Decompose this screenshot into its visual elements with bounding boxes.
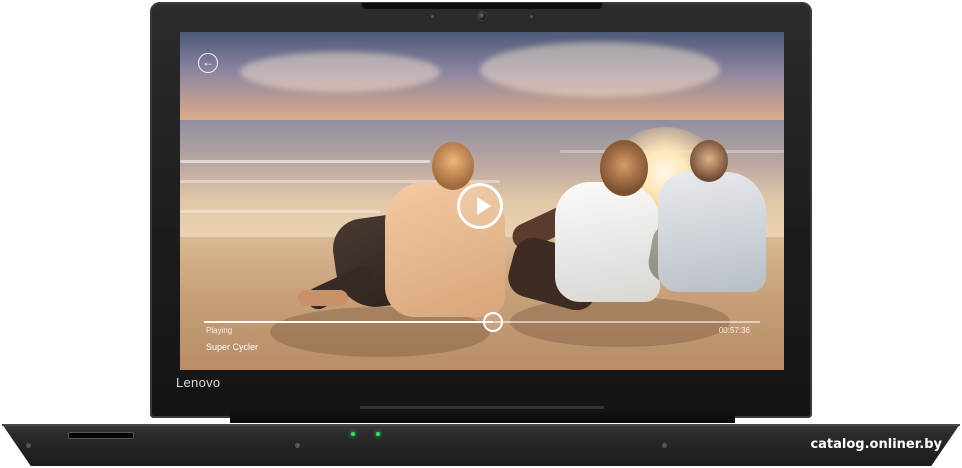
person-second-woman-body	[658, 172, 766, 292]
lid-top-edge	[362, 3, 602, 9]
play-icon[interactable]	[457, 183, 503, 229]
cloud	[480, 42, 720, 97]
laptop-screen: ← Playing Super Cycler 00:57:36	[180, 32, 784, 370]
screw	[295, 443, 300, 448]
wave	[180, 210, 380, 213]
status-led-icon	[376, 432, 380, 436]
sensor-dot	[530, 15, 533, 18]
person-man-head	[432, 142, 474, 190]
person-woman-body	[555, 182, 660, 302]
progress-fill	[204, 321, 494, 323]
person-second-woman-head	[690, 140, 728, 182]
track-title: Super Cycler	[206, 342, 259, 352]
laptop-hinge	[230, 409, 735, 423]
laptop-base-edge	[2, 424, 960, 426]
playback-status: Playing	[206, 326, 233, 335]
webcam-icon	[477, 11, 487, 21]
power-led-icon	[351, 432, 355, 436]
progress-bar[interactable]	[204, 312, 760, 332]
screw	[26, 443, 31, 448]
progress-thumb[interactable]	[483, 312, 504, 332]
card-reader-slot	[68, 432, 134, 439]
watermark-text: catalog.onliner.by	[810, 437, 942, 452]
screw	[662, 443, 667, 448]
person-woman-head	[600, 140, 648, 196]
cloud	[240, 52, 440, 92]
brand-logo: Lenovo	[176, 375, 221, 390]
back-arrow-icon[interactable]: ←	[198, 53, 218, 73]
sensor-dot	[431, 15, 434, 18]
person-man-foot	[298, 290, 348, 306]
wave	[180, 160, 430, 163]
elapsed-time: 00:57:36	[718, 326, 750, 335]
